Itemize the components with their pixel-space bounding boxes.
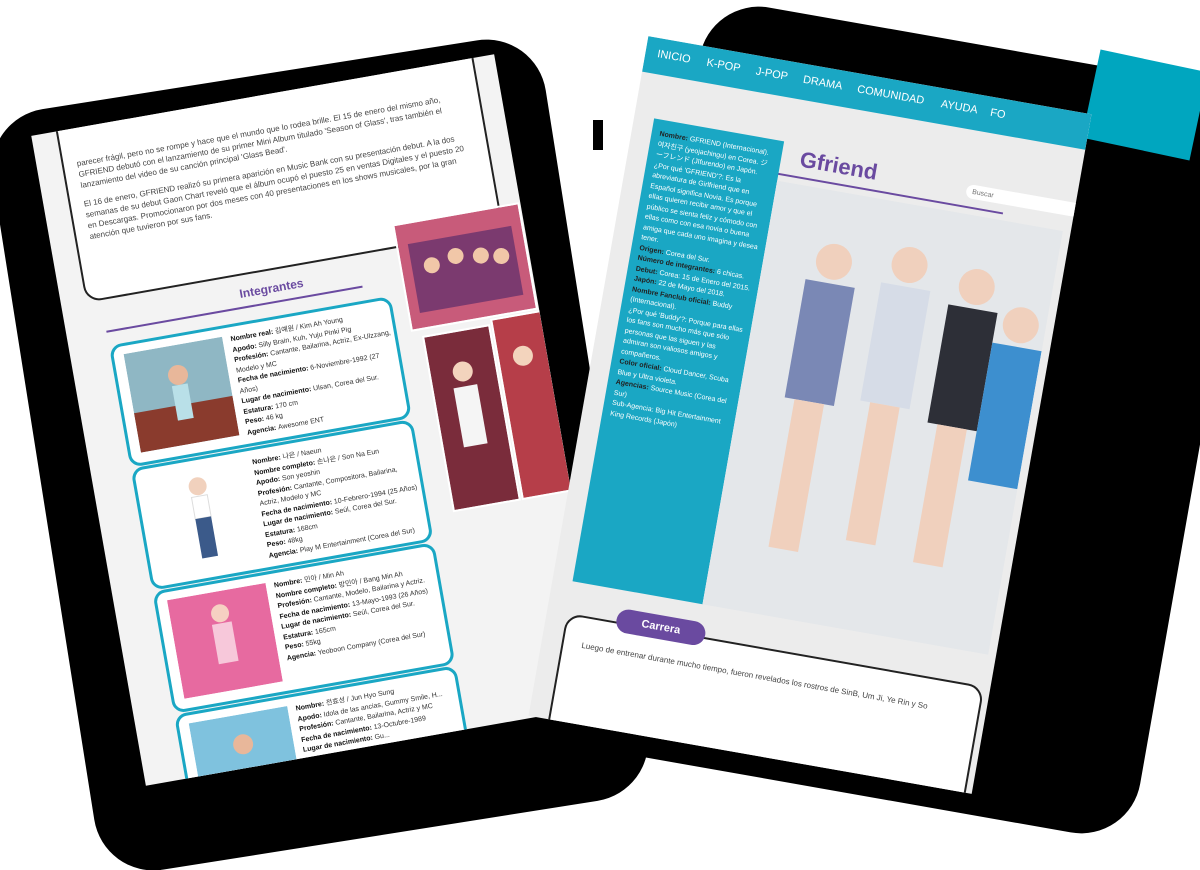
member-info-label: Peso: bbox=[266, 538, 289, 550]
member-info-value: Gu... bbox=[374, 731, 391, 742]
member-photo-2 bbox=[145, 459, 262, 576]
member-info-label: Peso: bbox=[284, 640, 307, 652]
member-photo-3 bbox=[166, 582, 283, 699]
member-info-value: 168cm bbox=[296, 522, 319, 534]
mockup-stage: parecer frágil, pero no se rompe y hace … bbox=[0, 0, 1200, 870]
group-photo-1 bbox=[392, 202, 539, 332]
member-info-value: 55kg bbox=[305, 638, 322, 648]
member-photo-1 bbox=[123, 336, 240, 453]
info-label: Japón: bbox=[633, 275, 660, 287]
nav-comunidad[interactable]: COMUNIDAD bbox=[856, 83, 925, 107]
search-input[interactable] bbox=[965, 183, 1082, 218]
member-info-1: Nombre real: 김예원 / Kim Ah Young Apodo: Si… bbox=[230, 308, 406, 439]
member-info-2: Nombre: 나은 / Naeun Nombre completo: 손나은 /… bbox=[252, 431, 428, 562]
nav-inicio[interactable]: INICIO bbox=[656, 48, 691, 66]
nav-fo[interactable]: FO bbox=[989, 107, 1006, 121]
member-info-3: Nombre: 민아 / Min Ah Nombre completo: 방민아 … bbox=[273, 554, 445, 665]
nav-ayuda[interactable]: AYUDA bbox=[940, 98, 979, 116]
member-info-value: 46 kg bbox=[265, 412, 284, 423]
member-info-value: 165cm bbox=[314, 624, 337, 636]
divider-mark bbox=[593, 120, 603, 150]
nav-drama[interactable]: DRAMA bbox=[802, 74, 843, 93]
nav-kpop[interactable]: K-POP bbox=[706, 57, 742, 75]
nav-jpop[interactable]: J-POP bbox=[755, 65, 789, 82]
member-info-value: 48kg bbox=[287, 535, 304, 546]
member-info-label: Peso: bbox=[244, 415, 267, 426]
